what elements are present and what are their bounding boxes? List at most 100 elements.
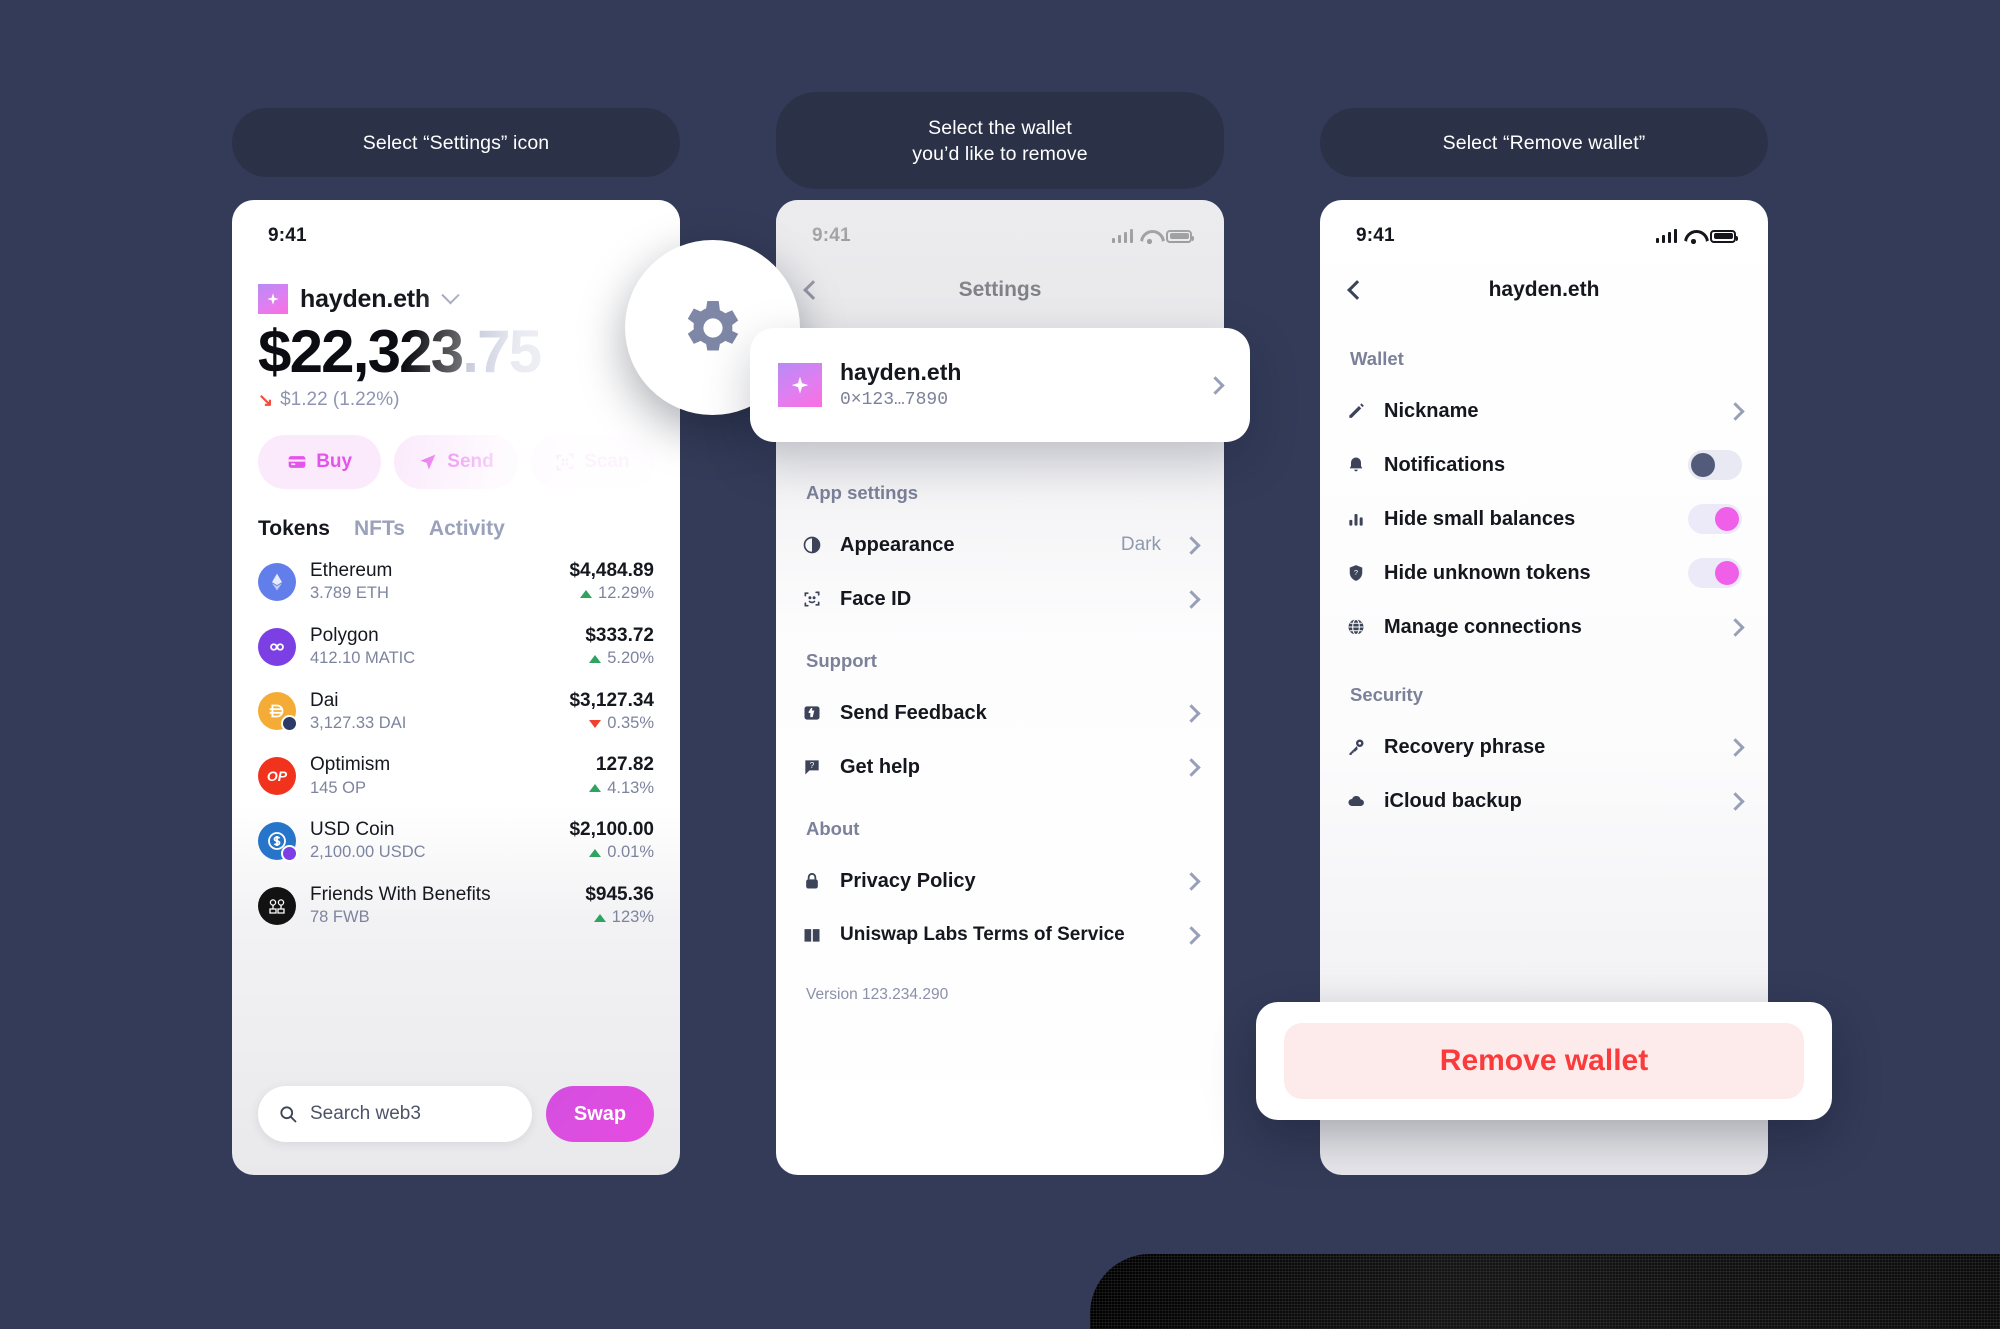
status-bar: 9:41	[776, 200, 1224, 258]
status-icons	[1655, 229, 1738, 244]
token-name: Optimism	[310, 754, 391, 776]
card-icon	[288, 456, 306, 468]
token-name: USD Coin	[310, 819, 395, 840]
settings-row-hide-unknown-tokens[interactable]: ? Hide unknown tokens	[1346, 546, 1742, 600]
token-change: 123%	[585, 907, 654, 928]
instruction-text-2-line2: you’d like to remove	[912, 142, 1088, 165]
chevron-right-icon	[1206, 375, 1225, 395]
settings-row-manage-connections[interactable]: Manage connections	[1346, 600, 1745, 654]
table-row[interactable]: Friends With Benefits 78 FWB $945.36 123…	[258, 883, 654, 929]
remove-wallet-button[interactable]: Remove wallet	[1284, 1023, 1804, 1099]
instruction-text-2: Select the wallet you’d like to remove	[912, 115, 1087, 167]
instruction-text-3: Select “Remove wallet”	[1442, 131, 1646, 154]
row-label: Face ID	[840, 587, 912, 610]
section-support: Support Send Feedback ? Get help	[802, 650, 1201, 794]
token-info: Ethereum 3.789 ETH	[310, 559, 555, 605]
table-row[interactable]: Ethereum 3.789 ETH $4,484.89 12.29%	[258, 559, 654, 605]
tab-activity[interactable]: Activity	[429, 517, 505, 541]
token-info: Friends With Benefits 78 FWB	[310, 883, 571, 929]
notifications-toggle[interactable]	[1688, 450, 1742, 480]
fwb-logo-icon	[258, 886, 296, 925]
status-time: 9:41	[1356, 225, 1395, 246]
chevron-left-icon[interactable]	[803, 280, 823, 300]
token-change: 5.20%	[585, 648, 654, 669]
settings-row-terms-of-service[interactable]: Uniswap Labs Terms of Service	[802, 908, 1201, 962]
settings-row-appearance[interactable]: Appearance Dark	[802, 518, 1201, 572]
triangle-up-icon	[589, 784, 602, 793]
table-row[interactable]: USD Coin 2,100.00 USDC $2,100.00 0.01%	[258, 818, 654, 864]
phone-wallet-home: 9:41 hayden.eth $22,323.75 ↘ $1.22 (1.22…	[232, 200, 680, 1175]
chevron-right-icon	[1182, 703, 1201, 723]
tab-tokens[interactable]: Tokens	[258, 517, 330, 541]
status-bar: 9:41	[232, 200, 680, 258]
polygon-logo-icon	[258, 627, 296, 666]
settings-list: App settings Appearance Dark Face ID Sup…	[776, 482, 1224, 1004]
bottom-bar: Search web3 Swap	[232, 1053, 680, 1175]
swap-button[interactable]: Swap	[546, 1086, 654, 1142]
svg-text:?: ?	[1354, 568, 1358, 577]
token-list: Ethereum 3.789 ETH $4,484.89 12.29% Poly…	[258, 559, 654, 929]
dai-logo-icon	[258, 692, 298, 733]
wallet-name: hayden.eth	[300, 284, 430, 313]
battery-icon	[1166, 229, 1194, 243]
globe-icon	[1348, 618, 1364, 636]
token-name: Ethereum	[310, 560, 393, 581]
table-row[interactable]: Polygon 412.10 MATIC $333.72 5.20%	[258, 624, 654, 670]
table-row[interactable]: Dai 3,127.33 DAI $3,127.34 0.35%	[258, 689, 654, 735]
scan-button[interactable]: Scan	[530, 435, 654, 489]
token-amount: 3.789 ETH	[310, 584, 389, 603]
section-app-settings: App settings Appearance Dark Face ID	[802, 482, 1201, 626]
chevron-right-icon	[1726, 737, 1745, 757]
key-icon	[1349, 739, 1364, 755]
scan-label: Scan	[584, 451, 630, 472]
hide-small-balances-toggle[interactable]	[1688, 504, 1742, 534]
quick-actions: Buy Send Scan	[258, 435, 654, 489]
settings-row-privacy-policy[interactable]: Privacy Policy	[802, 854, 1201, 908]
cellular-signal-icon	[1111, 229, 1133, 243]
usd-coin-logo-icon	[258, 821, 298, 862]
question-bubble-icon: ?	[805, 760, 819, 775]
wallet-card-callout[interactable]: hayden.eth 0×123…7890	[750, 328, 1250, 443]
settings-row-send-feedback[interactable]: Send Feedback	[802, 686, 1201, 740]
token-amount: 78 FWB	[310, 908, 370, 927]
token-info: Dai 3,127.33 DAI	[310, 689, 555, 735]
section-wallet: Wallet Nickname Notifications Hide small…	[1346, 348, 1745, 654]
content-tabs: Tokens NFTs Activity	[258, 517, 654, 541]
wallet-selector[interactable]: hayden.eth	[258, 284, 654, 314]
buy-button[interactable]: Buy	[258, 435, 382, 489]
token-values: $4,484.89 12.29%	[569, 559, 654, 605]
row-label: Send Feedback	[840, 701, 987, 724]
settings-row-notifications[interactable]: Notifications	[1346, 438, 1742, 492]
settings-row-hide-small-balances[interactable]: Hide small balances	[1346, 492, 1742, 546]
wallet-card-text: hayden.eth 0×123…7890	[840, 358, 1191, 412]
balance-main: $22,323	[258, 318, 464, 385]
lock-icon	[806, 873, 818, 889]
status-bar: 9:41	[1320, 200, 1768, 258]
avatar	[778, 363, 822, 408]
settings-row-get-help[interactable]: ? Get help	[802, 740, 1201, 794]
section-label: Wallet	[1350, 348, 1404, 369]
triangle-down-icon	[589, 719, 602, 728]
settings-row-face-id[interactable]: Face ID	[802, 572, 1201, 626]
triangle-up-icon	[593, 913, 606, 922]
token-info: USD Coin 2,100.00 USDC	[310, 818, 555, 864]
hide-unknown-tokens-toggle[interactable]	[1688, 558, 1742, 588]
wallet-card-address: 0×123…7890	[840, 389, 949, 410]
token-amount: 2,100.00 USDC	[310, 843, 426, 862]
settings-row-nickname[interactable]: Nickname	[1346, 384, 1745, 438]
cloud-icon	[1348, 796, 1364, 807]
cellular-signal-icon	[1655, 229, 1677, 243]
send-button[interactable]: Send	[394, 435, 518, 489]
balance-change-text: $1.22 (1.22%)	[280, 389, 400, 410]
settings-row-recovery-phrase[interactable]: Recovery phrase	[1346, 720, 1745, 774]
section-about: About Privacy Policy Uniswap Labs Terms …	[802, 818, 1201, 962]
chevron-left-icon[interactable]	[1347, 280, 1367, 300]
search-input[interactable]: Search web3	[258, 1086, 532, 1142]
settings-row-icloud-backup[interactable]: iCloud backup	[1346, 774, 1745, 828]
table-row[interactable]: OP Optimism 145 OP 127.82 4.13%	[258, 753, 654, 799]
section-label: Security	[1350, 684, 1424, 705]
bar-chart-icon	[1349, 514, 1363, 526]
token-name: Dai	[310, 689, 339, 711]
page-title: Settings	[958, 278, 1042, 301]
tab-nfts[interactable]: NFTs	[354, 517, 405, 541]
